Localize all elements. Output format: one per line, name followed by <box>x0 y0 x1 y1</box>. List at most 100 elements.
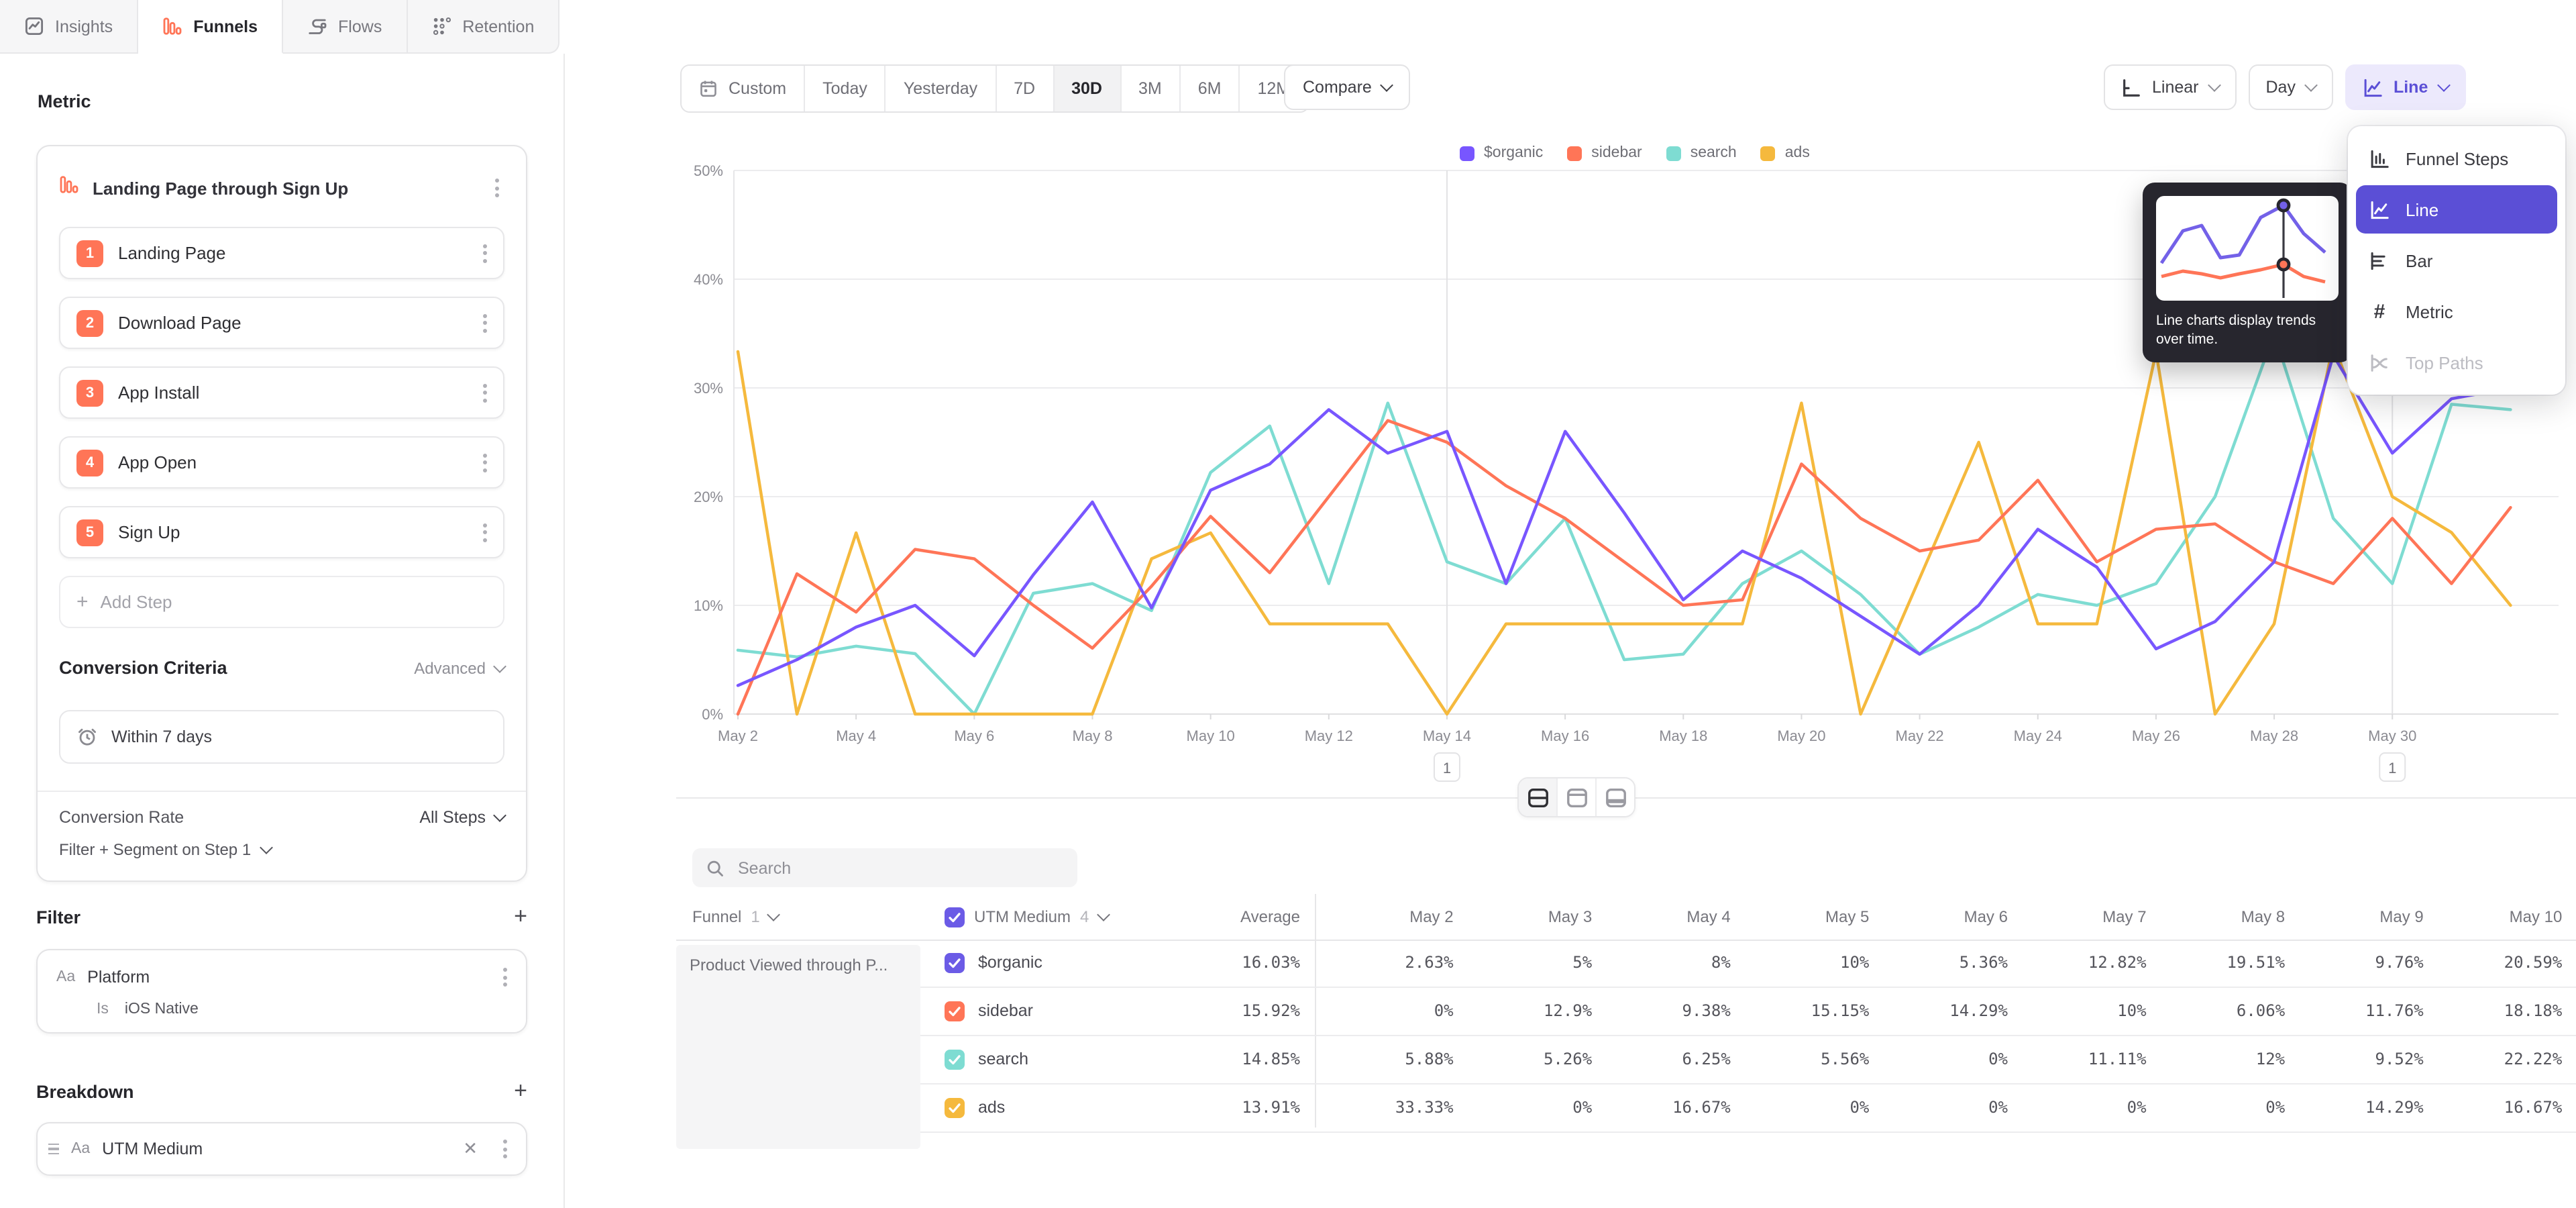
interval-dropdown[interactable]: Day <box>2249 64 2333 110</box>
svg-text:1: 1 <box>1443 760 1451 776</box>
breakdown-column-header[interactable]: UTM Medium4 <box>945 894 1108 940</box>
split-view-toggle[interactable] <box>1519 778 1556 816</box>
step-menu-button[interactable] <box>478 308 492 338</box>
tab-flows[interactable]: Flows <box>283 0 407 54</box>
menu-item-funnel-steps[interactable]: Funnel Steps <box>2356 134 2557 183</box>
drag-handle-icon[interactable] <box>48 1144 59 1155</box>
conversion-criteria-heading: Conversion Criteria <box>59 658 414 678</box>
funnel-menu-button[interactable] <box>490 173 504 203</box>
add-step-button[interactable]: + Add Step <box>59 576 504 628</box>
svg-text:May 20: May 20 <box>1777 727 1825 744</box>
average-column-header[interactable]: Average <box>1166 894 1300 940</box>
conversion-rate-dropdown[interactable]: All Steps <box>419 808 504 827</box>
funnel-step-5[interactable]: 5Sign Up <box>59 506 504 558</box>
funnel-step-1[interactable]: 1Landing Page <box>59 227 504 279</box>
menu-item-metric[interactable]: #Metric <box>2356 287 2557 336</box>
day-header-may-8[interactable]: May 8 <box>2147 894 2286 940</box>
breakdown-card[interactable]: Aa UTM Medium ✕ <box>36 1122 527 1176</box>
range-yesterday[interactable]: Yesterday <box>886 66 996 111</box>
day-header-may-6[interactable]: May 6 <box>1869 894 2008 940</box>
chart-view-toggle[interactable] <box>1595 778 1634 816</box>
tab-retention[interactable]: Retention <box>407 0 559 54</box>
menu-item-bar[interactable]: Bar <box>2356 236 2557 285</box>
filter-card[interactable]: Aa Platform Is iOS Native <box>36 949 527 1034</box>
menu-item-line[interactable]: Line <box>2356 185 2557 234</box>
bar-chart-icon <box>2369 250 2390 270</box>
day-header-may-7[interactable]: May 7 <box>2008 894 2147 940</box>
panel-divider <box>564 54 565 1208</box>
conversion-window-button[interactable]: Within 7 days <box>59 710 504 764</box>
filter-value[interactable]: iOS Native <box>125 1001 199 1017</box>
add-breakdown-button[interactable]: + <box>514 1078 527 1105</box>
day-header-may-9[interactable]: May 9 <box>2285 894 2424 940</box>
legend-item-search[interactable]: search <box>1666 145 1737 161</box>
table-row-organic[interactable]: $organic16.03%2.63%5%8%10%5.36%12.82%19.… <box>676 940 2576 988</box>
row-label: ads <box>978 1085 1005 1131</box>
legend-item-ads[interactable]: ads <box>1761 145 1810 161</box>
step-menu-button[interactable] <box>478 517 492 547</box>
row-value: 5.26% <box>1454 1036 1593 1083</box>
breakdown-property: UTM Medium <box>102 1140 443 1158</box>
row-checkbox[interactable] <box>945 1098 965 1118</box>
day-header-may-4[interactable]: May 4 <box>1592 894 1731 940</box>
step-label: App Open <box>118 452 463 472</box>
day-header-may-5[interactable]: May 5 <box>1731 894 1870 940</box>
step-menu-button[interactable] <box>478 238 492 268</box>
table-view-toggle[interactable] <box>1556 778 1595 816</box>
row-checkbox[interactable] <box>945 1050 965 1070</box>
row-value: 9.76% <box>2285 940 2424 987</box>
tab-funnels[interactable]: Funnels <box>138 0 283 54</box>
step-menu-button[interactable] <box>478 378 492 407</box>
funnel-step-3[interactable]: 3App Install <box>59 366 504 419</box>
range-6m[interactable]: 6M <box>1181 66 1240 111</box>
range-7d[interactable]: 7D <box>996 66 1054 111</box>
chevron-down-icon <box>493 809 506 822</box>
table-row-sidebar[interactable]: sidebar15.92%0%12.9%9.38%15.15%14.29%10%… <box>676 988 2576 1036</box>
range-today[interactable]: Today <box>805 66 886 111</box>
day-header-may-2[interactable]: May 2 <box>1315 894 1454 940</box>
funnel-header[interactable]: Landing Page through Sign Up <box>59 165 504 211</box>
filter-operator[interactable]: Is <box>97 1001 109 1017</box>
row-value: 0% <box>1869 1036 2008 1083</box>
chart-type-dropdown[interactable]: Line <box>2345 64 2465 110</box>
tab-insights[interactable]: Insights <box>0 0 138 54</box>
table-search[interactable] <box>692 848 1077 887</box>
row-checkbox[interactable] <box>945 953 965 973</box>
table-row-ads[interactable]: ads13.91%33.33%0%16.67%0%0%0%0%14.29%16.… <box>676 1085 2576 1133</box>
filter-menu-button[interactable] <box>498 962 513 992</box>
tooltip-text: Line charts display trends over time. <box>2156 311 2339 350</box>
row-value: 15.15% <box>1731 988 1870 1035</box>
funnel-step-4[interactable]: 4App Open <box>59 436 504 489</box>
advanced-dropdown[interactable]: Advanced <box>414 658 504 677</box>
row-value: 8% <box>1592 940 1731 987</box>
chart-type-tooltip: Line charts display trends over time. <box>2143 183 2352 363</box>
table-row-search[interactable]: search14.85%5.88%5.26%6.25%5.56%0%11.11%… <box>676 1036 2576 1085</box>
row-value: 18.18% <box>2424 988 2563 1035</box>
step-menu-button[interactable] <box>478 448 492 477</box>
day-column-headers: May 2May 3May 4May 5May 6May 7May 8May 9… <box>1315 894 2562 940</box>
funnel-steps-icon <box>2369 148 2390 168</box>
legend-item-organic[interactable]: $organic <box>1460 145 1543 161</box>
compare-button[interactable]: Compare <box>1284 64 1411 110</box>
select-all-checkbox[interactable] <box>945 907 965 927</box>
day-header-may-10[interactable]: May 10 <box>2424 894 2563 940</box>
funnel-name-cell[interactable]: Product Viewed through P... <box>676 945 920 1149</box>
search-input[interactable] <box>735 857 1064 878</box>
funnel-step-2[interactable]: 2Download Page <box>59 297 504 349</box>
add-filter-button[interactable]: + <box>514 903 527 930</box>
range-custom[interactable]: Custom <box>682 66 805 111</box>
breakdown-menu-button[interactable] <box>498 1134 513 1164</box>
funnel-column-header[interactable]: Funnel1 <box>692 894 779 940</box>
svg-text:May 30: May 30 <box>2368 727 2416 744</box>
remove-breakdown-icon[interactable]: ✕ <box>455 1136 486 1162</box>
range-30d[interactable]: 30D <box>1054 66 1121 111</box>
svg-text:May 26: May 26 <box>2132 727 2180 744</box>
scale-dropdown[interactable]: Linear <box>2104 64 2237 110</box>
row-value: 0% <box>1454 1085 1593 1131</box>
filter-segment-toggle[interactable]: Filter + Segment on Step 1 <box>59 840 504 859</box>
row-checkbox[interactable] <box>945 1001 965 1021</box>
legend-item-sidebar[interactable]: sidebar <box>1567 145 1642 161</box>
range-3m[interactable]: 3M <box>1121 66 1181 111</box>
day-header-may-3[interactable]: May 3 <box>1454 894 1593 940</box>
row-value: 10% <box>1731 940 1870 987</box>
